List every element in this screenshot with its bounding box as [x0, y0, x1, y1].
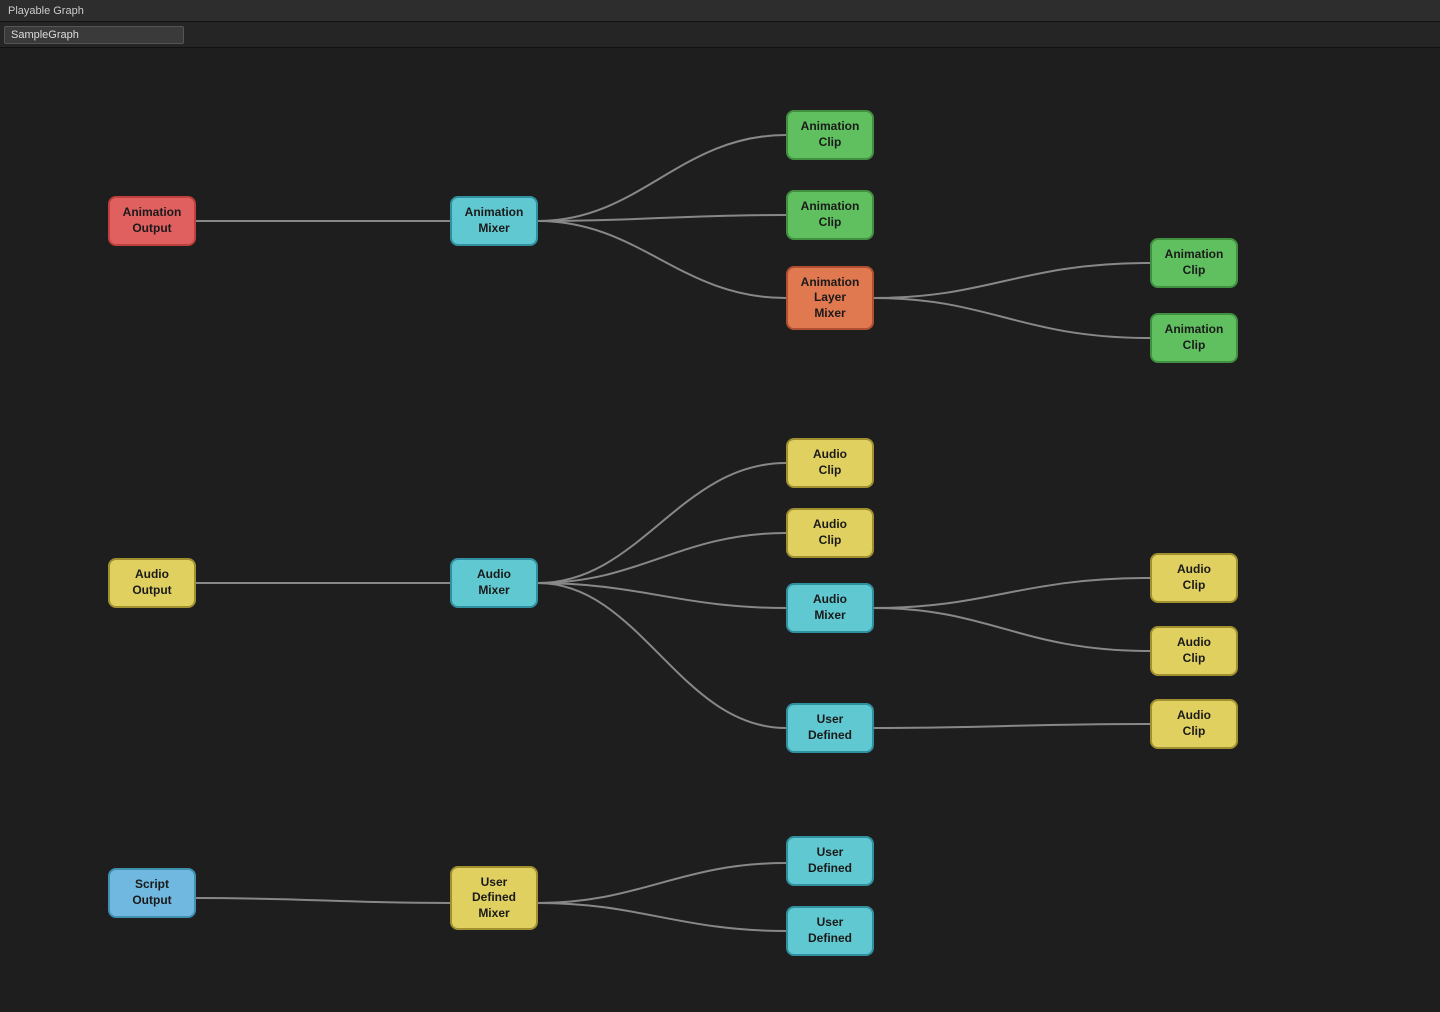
anim-clip-1-node[interactable]: AnimationClip — [786, 110, 874, 160]
audio-clip-2-node[interactable]: AudioClip — [786, 508, 874, 558]
audio-clip-1-node[interactable]: AudioClip — [786, 438, 874, 488]
audio-output-node[interactable]: AudioOutput — [108, 558, 196, 608]
audio-clip-4-node[interactable]: AudioClip — [1150, 626, 1238, 676]
animation-output-node[interactable]: AnimationOutput — [108, 196, 196, 246]
audio-clip-5-node[interactable]: AudioClip — [1150, 699, 1238, 749]
app-title: Playable Graph — [8, 5, 84, 17]
anim-clip-2-node[interactable]: AnimationClip — [786, 190, 874, 240]
toolbar: SampleGraph — [0, 22, 1440, 48]
anim-clip-3-node[interactable]: AnimationClip — [1150, 238, 1238, 288]
user-defined-1-node[interactable]: UserDefined — [786, 703, 874, 753]
connections-svg — [0, 48, 1440, 1012]
anim-clip-4-node[interactable]: AnimationClip — [1150, 313, 1238, 363]
animation-layer-mixer-node[interactable]: AnimationLayerMixer — [786, 266, 874, 330]
user-defined-mixer-node[interactable]: UserDefinedMixer — [450, 866, 538, 930]
graph-selector[interactable]: SampleGraph — [4, 26, 184, 44]
audio-clip-3-node[interactable]: AudioClip — [1150, 553, 1238, 603]
title-bar: Playable Graph — [0, 0, 1440, 22]
canvas: AnimationOutput AnimationMixer Animation… — [0, 48, 1440, 1012]
audio-mixer-2-node[interactable]: AudioMixer — [786, 583, 874, 633]
script-output-node[interactable]: ScriptOutput — [108, 868, 196, 918]
user-defined-3-node[interactable]: UserDefined — [786, 906, 874, 956]
audio-mixer-node[interactable]: AudioMixer — [450, 558, 538, 608]
user-defined-2-node[interactable]: UserDefined — [786, 836, 874, 886]
animation-mixer-node[interactable]: AnimationMixer — [450, 196, 538, 246]
